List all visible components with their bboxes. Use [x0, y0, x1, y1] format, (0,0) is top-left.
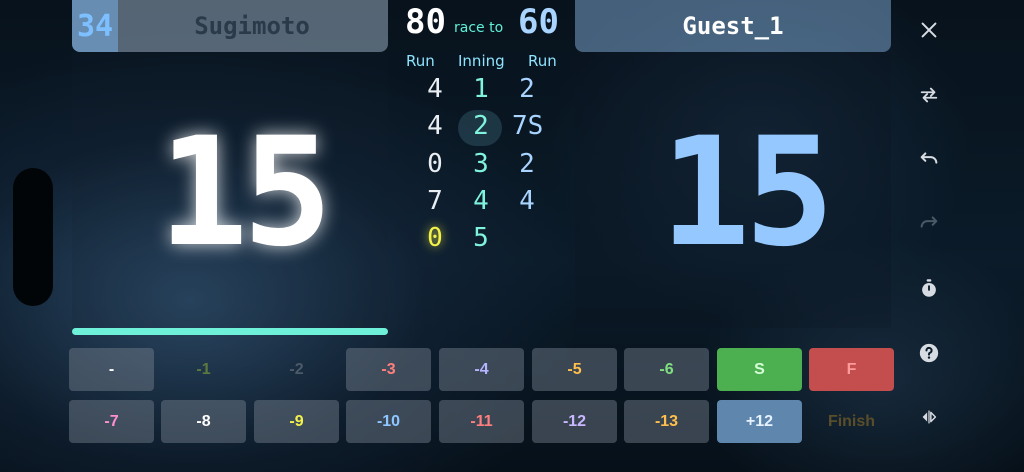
key-minus-1[interactable]: -1: [161, 348, 246, 391]
swap-players-button[interactable]: [913, 79, 945, 111]
player2-header[interactable]: Guest_1: [575, 0, 891, 52]
player1-race-to: 80: [405, 2, 446, 42]
key-minus-8[interactable]: -8: [161, 400, 246, 443]
key-minus-11[interactable]: -11: [439, 400, 524, 443]
timer-button[interactable]: [913, 272, 945, 304]
player2-name: Guest_1: [682, 12, 784, 40]
close-icon: [921, 22, 937, 38]
key-minus-7[interactable]: -7: [69, 400, 154, 443]
inning-row-3-p1-run: 0: [427, 149, 443, 179]
player1-score: 15: [158, 106, 333, 280]
player2-score: 15: [660, 106, 835, 280]
inning-row-4-number: 4: [473, 186, 489, 216]
key-minus-4[interactable]: -4: [439, 348, 524, 391]
key-minus-3[interactable]: -3: [346, 348, 431, 391]
undo-icon: [920, 152, 938, 164]
key-plus-12[interactable]: +12: [717, 400, 802, 443]
player1-name: Sugimoto: [194, 12, 310, 40]
help-icon: [919, 343, 939, 363]
close-button[interactable]: [913, 14, 945, 46]
inning-row-1-number: 1: [473, 74, 489, 104]
key-minus[interactable]: -: [69, 348, 154, 391]
swap-icon: [920, 87, 938, 103]
split-view-icon: [922, 410, 937, 424]
inning-row-2-p1-run: 4: [427, 111, 443, 141]
finish-button[interactable]: Finish: [809, 400, 894, 443]
key-minus-6[interactable]: -6: [624, 348, 709, 391]
run-header-left: Run: [406, 52, 435, 70]
player2-race-to: 60: [518, 2, 559, 42]
inning-row-1-p1-run: 4: [427, 74, 443, 104]
key-foul[interactable]: F: [809, 348, 894, 391]
split-view-button[interactable]: [913, 401, 945, 433]
inning-row-3-p2-run: 2: [519, 149, 535, 179]
key-minus-12[interactable]: -12: [532, 400, 617, 443]
key-minus-10[interactable]: -10: [346, 400, 431, 443]
run-header-right: Run: [528, 52, 557, 70]
redo-icon: [920, 216, 938, 228]
inning-row-4-p2-run: 4: [519, 186, 535, 216]
key-safety[interactable]: S: [717, 348, 802, 391]
inning-row-5-number: 5: [473, 223, 489, 253]
inning-row-2-p2-run: 7S: [512, 111, 544, 141]
player1-header[interactable]: 34 Sugimoto: [72, 0, 388, 52]
key-minus-9[interactable]: -9: [254, 400, 339, 443]
inning-header: Inning: [458, 52, 505, 70]
side-handle: [13, 168, 53, 306]
inning-row-1-p2-run: 2: [519, 74, 535, 104]
redo-button[interactable]: [913, 207, 945, 239]
inning-row-3-number: 3: [473, 149, 489, 179]
inning-row-5-p1-run: 0: [427, 223, 443, 253]
inning-row-4-p1-run: 7: [427, 186, 443, 216]
key-minus-2[interactable]: -2: [254, 348, 339, 391]
player1-average: 34: [72, 0, 118, 52]
undo-button[interactable]: [913, 143, 945, 175]
race-to-label: race to: [454, 20, 504, 36]
timer-icon: [922, 279, 936, 297]
help-button[interactable]: [913, 337, 945, 369]
inning-row-2-number: 2: [473, 111, 489, 141]
key-minus-5[interactable]: -5: [532, 348, 617, 391]
active-player-indicator: [72, 328, 388, 335]
key-minus-13[interactable]: -13: [624, 400, 709, 443]
